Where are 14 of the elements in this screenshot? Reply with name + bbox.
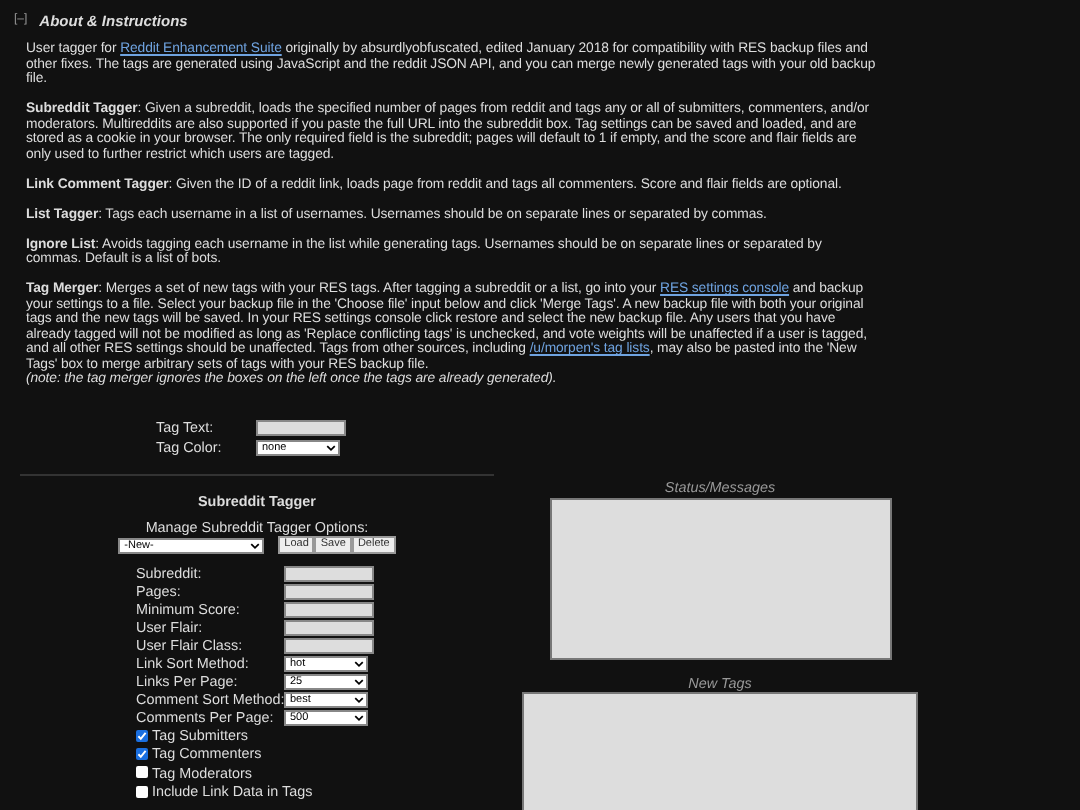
checkbox[interactable] [136,785,148,798]
checkbox[interactable] [136,748,148,761]
text-area[interactable] [522,692,918,810]
text-area[interactable] [549,497,891,659]
checkbox[interactable] [136,729,148,742]
text-input[interactable] [284,620,374,636]
text-input[interactable] [284,566,374,582]
text-input[interactable] [284,638,374,654]
chevron-icon [326,444,336,452]
chevron-icon [250,541,261,549]
text-input[interactable] [284,602,374,618]
text-input[interactable] [256,420,346,436]
checkbox[interactable] [136,766,148,779]
text-input[interactable] [284,584,374,600]
